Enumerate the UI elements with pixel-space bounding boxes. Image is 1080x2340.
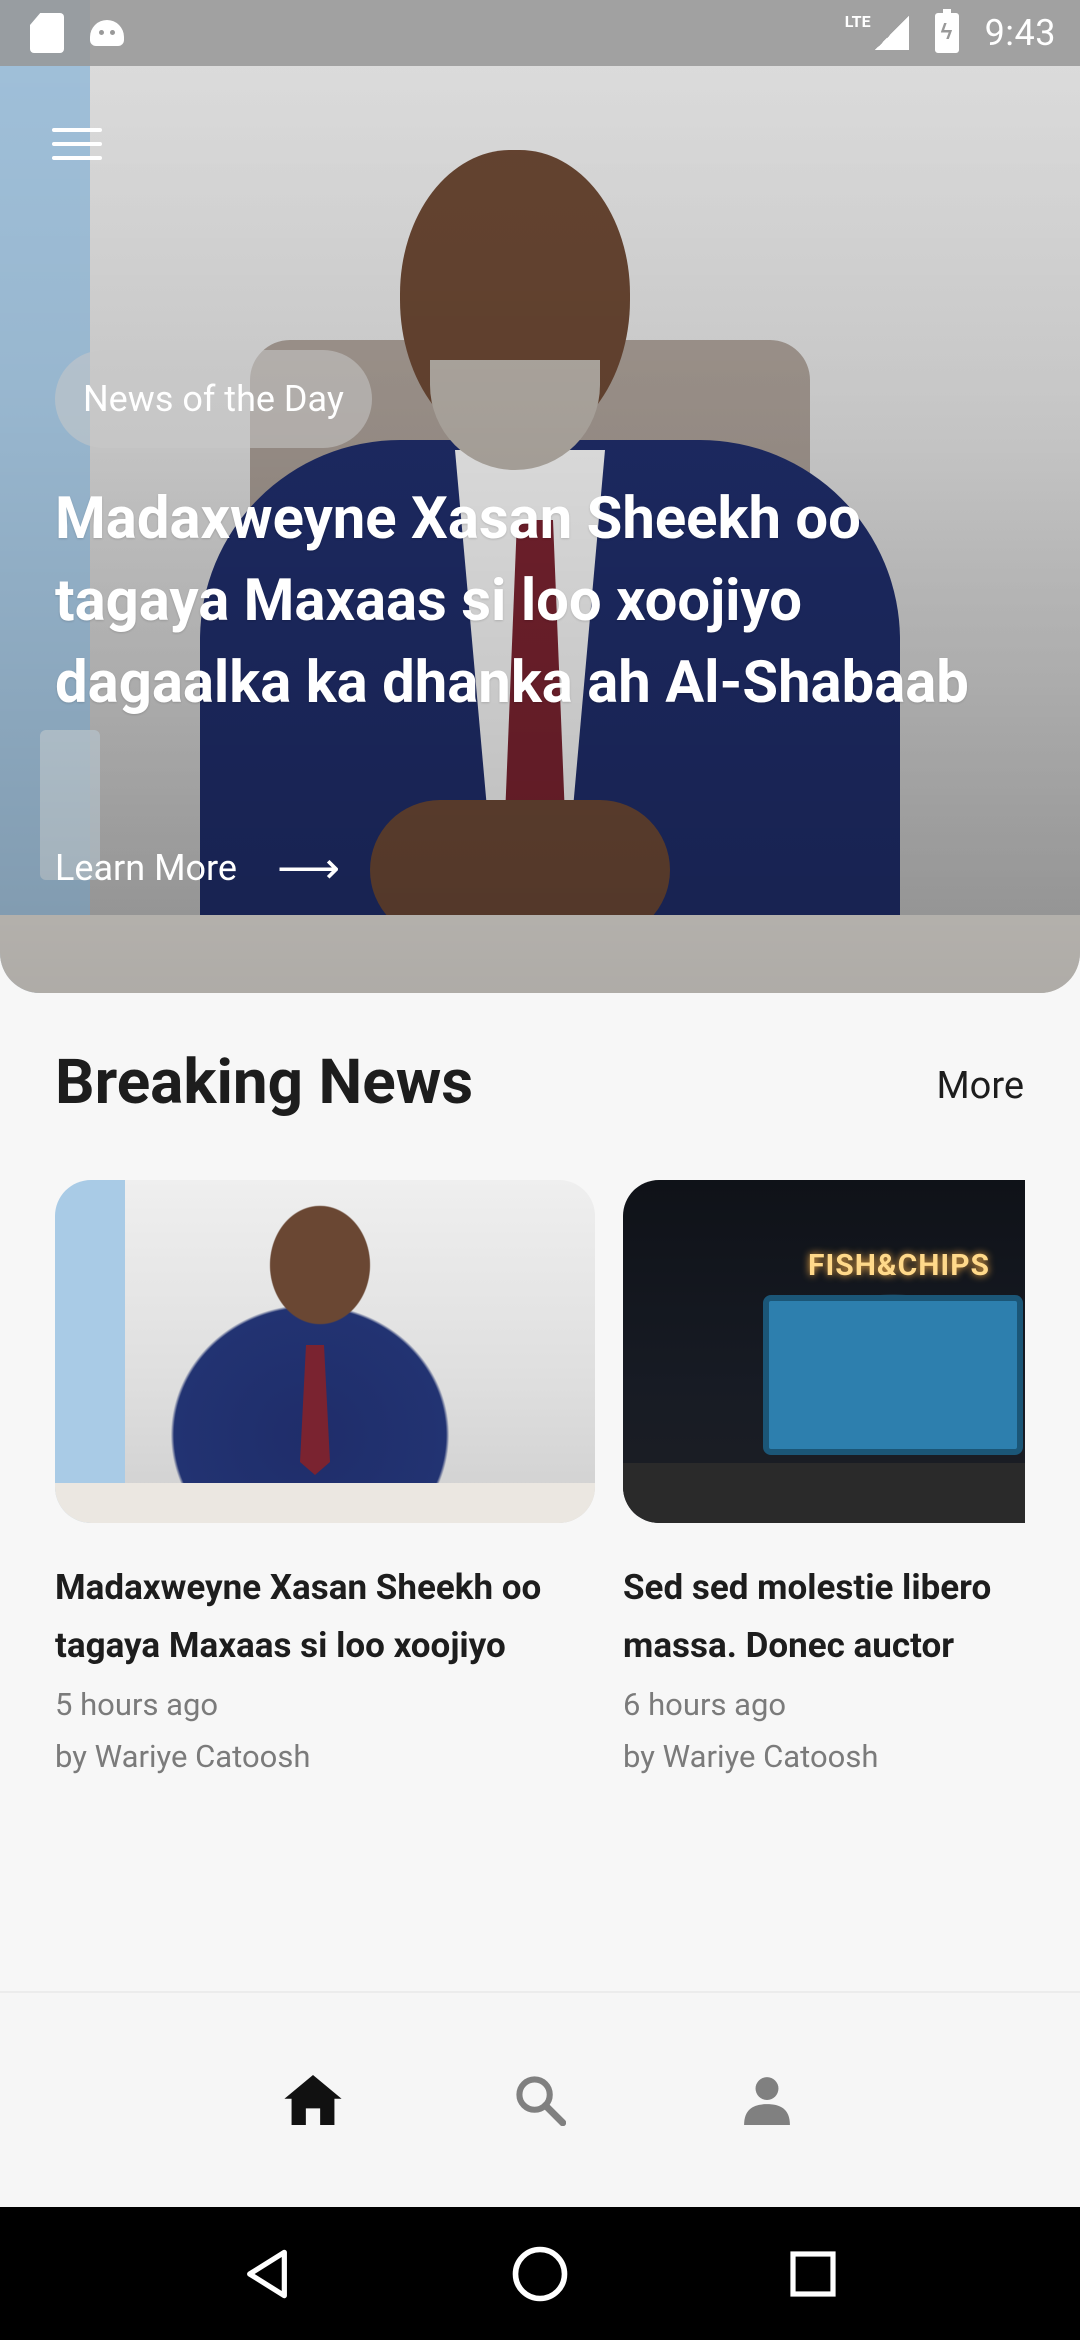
status-bar: LTE ϟ 9:43 [0, 0, 1080, 66]
breaking-news-list[interactable]: Madaxweyne Xasan Sheekh oo tagaya Maxaas… [55, 1180, 1025, 1780]
more-link[interactable]: More [936, 1064, 1024, 1108]
battery-charging-icon: ϟ [934, 9, 959, 53]
news-card-title-line: massa. Donec auctor [623, 1625, 955, 1666]
news-card-time: 5 hours ago [55, 1686, 219, 1723]
nav-home[interactable] [273, 2060, 353, 2140]
news-card-title-line: Sed sed molestie libero [623, 1567, 992, 1608]
nav-search[interactable] [500, 2060, 580, 2140]
news-card-title: Sed sed molestie libero massa. Donec auc… [623, 1559, 1025, 1675]
news-card[interactable]: Madaxweyne Xasan Sheekh oo tagaya Maxaas… [55, 1180, 595, 1777]
system-navigation-bar [0, 2207, 1080, 2340]
android-icon [90, 20, 124, 46]
menu-icon[interactable] [52, 128, 102, 164]
news-card-image [55, 1180, 595, 1523]
system-recents-button[interactable] [773, 2234, 853, 2314]
signal-icon [874, 16, 909, 50]
arrow-right-icon: ⟶ [277, 842, 341, 894]
sd-card-icon [30, 13, 64, 53]
breaking-news-title: Breaking News [55, 1046, 474, 1119]
news-card-title: Madaxweyne Xasan Sheekh oo tagaya Maxaas… [55, 1559, 595, 1675]
nav-profile[interactable] [727, 2060, 807, 2140]
lte-label: LTE [844, 11, 871, 31]
system-back-button[interactable] [227, 2234, 307, 2314]
learn-more-button[interactable]: Learn More ⟶ [55, 846, 340, 890]
learn-more-label: Learn More [55, 847, 237, 889]
search-icon [516, 2076, 566, 2126]
screen: News of the Day Madaxweyne Xasan Sheekh … [0, 0, 1080, 2340]
person-icon [743, 2077, 790, 2125]
hero-banner[interactable]: News of the Day Madaxweyne Xasan Sheekh … [0, 0, 1080, 993]
news-card-author: by Wariye Catoosh [55, 1738, 311, 1775]
news-card-author: by Wariye Catoosh [623, 1738, 879, 1775]
home-icon [284, 2075, 342, 2125]
home-circle-icon [512, 2246, 568, 2301]
back-icon [246, 2249, 287, 2298]
news-card-time: 6 hours ago [623, 1686, 787, 1723]
news-of-the-day-badge: News of the Day [55, 350, 372, 448]
news-card-title-line: tagaya Maxaas si loo xoojiyo [55, 1625, 506, 1666]
system-home-button[interactable] [500, 2234, 580, 2314]
news-card-image: FISH&CHIPS [623, 1180, 1025, 1523]
status-clock: 9:43 [984, 12, 1056, 54]
fish-and-chips-sign: FISH&CHIPS [808, 1248, 991, 1283]
recents-icon [790, 2250, 836, 2297]
news-card[interactable]: FISH&CHIPS Sed sed molestie libero massa… [623, 1180, 1025, 1777]
hero-headline[interactable]: Madaxweyne Xasan Sheekh oo tagaya Maxaas… [55, 478, 1025, 724]
bottom-navigation [0, 1991, 1080, 2207]
news-card-title-line: Madaxweyne Xasan Sheekh oo [55, 1567, 542, 1608]
